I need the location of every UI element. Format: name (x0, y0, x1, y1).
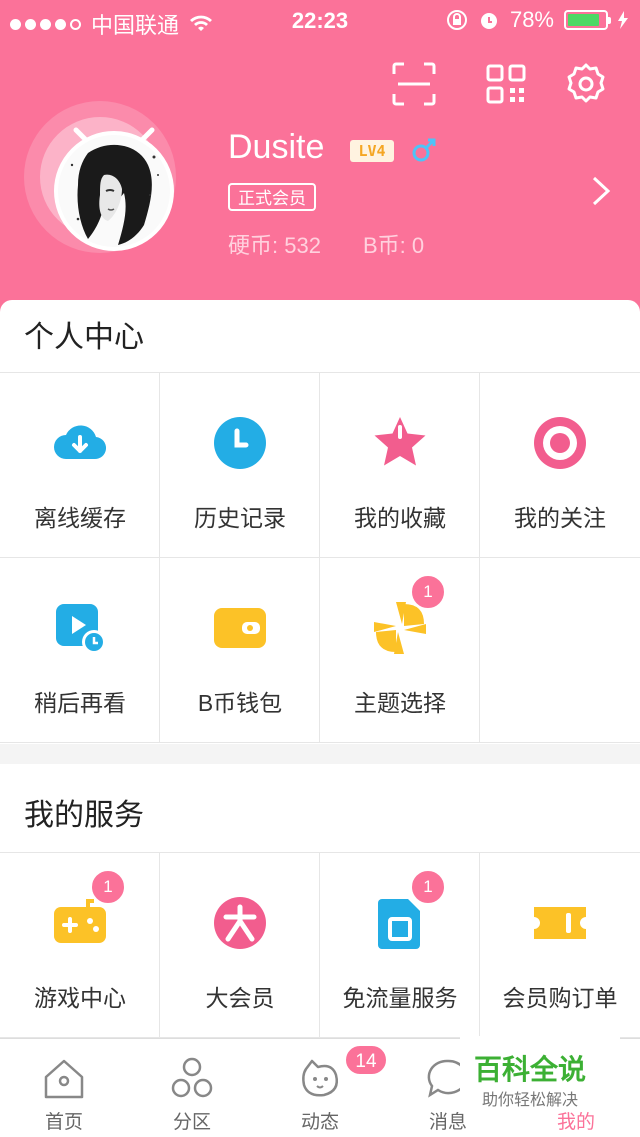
home-icon (44, 1059, 84, 1099)
notification-badge: 1 (90, 869, 126, 905)
grid-item-label: 我的关注 (514, 505, 606, 531)
grid-item-label: 离线缓存 (34, 505, 126, 531)
grid-item-game-center[interactable]: 游戏中心 1 (0, 853, 160, 1038)
level-badge: LV4 (350, 140, 394, 162)
male-gender-icon (412, 138, 436, 162)
rotation-lock-icon (446, 10, 467, 30)
avatar[interactable] (54, 131, 174, 251)
alarm-icon (480, 13, 497, 29)
clock-icon (214, 417, 266, 469)
coin-balances: 硬币: 532 B币: 0 (228, 228, 424, 260)
battery-icon (564, 10, 611, 30)
watermark-subtitle: 助你轻松解决 (482, 1092, 579, 1109)
target-icon (534, 417, 586, 469)
scan-icon[interactable] (392, 62, 436, 106)
personal-center-grid: 离线缓存 历史记录 我的收藏 我的关注 稍后再看 B币钱包 主题选择 1 (0, 372, 640, 743)
avatar-image (58, 135, 170, 247)
grid-item-label: 稍后再看 (34, 690, 126, 716)
my-services-grid: 游戏中心 1 大会员 免流量服务 1 会员购订单 (0, 852, 640, 1038)
grid-item-label: 免流量服务 (342, 985, 458, 1011)
status-bar-right: 78% (446, 7, 628, 33)
battery-percent: 78% (509, 7, 554, 32)
personal-center-card: 个人中心 离线缓存 历史记录 我的收藏 我的关注 稍后再看 B币钱包 主题选择 (0, 300, 640, 744)
grid-item-free-data[interactable]: 免流量服务 1 (320, 853, 480, 1038)
username[interactable]: Dusite (228, 128, 324, 167)
tab-home[interactable]: 首页 (0, 1039, 128, 1137)
profile-header: 中国联通 22:23 78% Dusite LV4 正式会员 硬币: 532 B… (0, 0, 640, 320)
grid-item-label: 游戏中心 (34, 985, 126, 1011)
tab-label: 消息 (428, 1112, 467, 1133)
tab-category[interactable]: 分区 (128, 1039, 256, 1137)
member-status-badge: 正式会员 (228, 183, 316, 211)
my-services-card: 我的服务 游戏中心 1 大会员 免流量服务 1 会员购订单 (0, 764, 640, 1038)
grid-item-label: 历史记录 (194, 505, 286, 531)
chevron-right-icon[interactable] (590, 176, 612, 206)
grid-item-label: 主题选择 (354, 690, 446, 716)
section-title-personal-center: 个人中心 (24, 321, 144, 354)
grid-item-member-orders[interactable]: 会员购订单 (480, 853, 640, 1038)
grid-item-watch-later[interactable]: 稍后再看 (0, 558, 160, 743)
category-icon (171, 1057, 213, 1098)
notification-badge: 1 (410, 869, 446, 905)
wallet-icon (214, 608, 266, 648)
watermark: 百科全说 助你轻松解决 (460, 1036, 620, 1109)
grid-item-label: 大会员 (205, 985, 275, 1011)
ticket-icon (534, 907, 586, 939)
grid-item-offline-cache[interactable]: 离线缓存 (0, 373, 160, 558)
watermark-title: 百科全说 (474, 1054, 587, 1085)
star-icon (374, 417, 426, 466)
watch-later-icon (56, 604, 106, 654)
grid-item-label: 我的收藏 (354, 505, 446, 531)
grid-item-following[interactable]: 我的关注 (480, 373, 640, 558)
grid-item-favorites[interactable]: 我的收藏 (320, 373, 480, 558)
charging-icon (618, 11, 628, 29)
grid-item-empty (480, 558, 640, 743)
cloud-download-icon (54, 425, 107, 460)
coins-label: 硬币: 532 (228, 233, 321, 258)
grid-item-big-vip[interactable]: 大会员 (160, 853, 320, 1038)
feed-icon (302, 1059, 338, 1097)
tab-label: 首页 (44, 1112, 83, 1133)
tab-label: 动态 (300, 1112, 339, 1133)
status-bar: 中国联通 22:23 78% (0, 0, 640, 40)
grid-item-theme[interactable]: 主题选择 1 (320, 558, 480, 743)
grid-item-history[interactable]: 历史记录 (160, 373, 320, 558)
settings-gear-icon[interactable] (564, 62, 608, 106)
notification-badge: 1 (410, 574, 446, 610)
grid-item-bcoin-wallet[interactable]: B币钱包 (160, 558, 320, 743)
feed-count-badge: 14 (344, 1044, 388, 1076)
bcoin-label: B币: 0 (362, 233, 425, 258)
tab-label: 分区 (172, 1112, 211, 1133)
qr-code-icon[interactable] (484, 62, 528, 106)
grid-item-label: B币钱包 (197, 690, 283, 716)
vip-icon (214, 897, 266, 949)
section-title-my-services: 我的服务 (24, 799, 144, 832)
grid-item-label: 会员购订单 (502, 985, 618, 1011)
tab-label: 我的 (556, 1112, 595, 1133)
